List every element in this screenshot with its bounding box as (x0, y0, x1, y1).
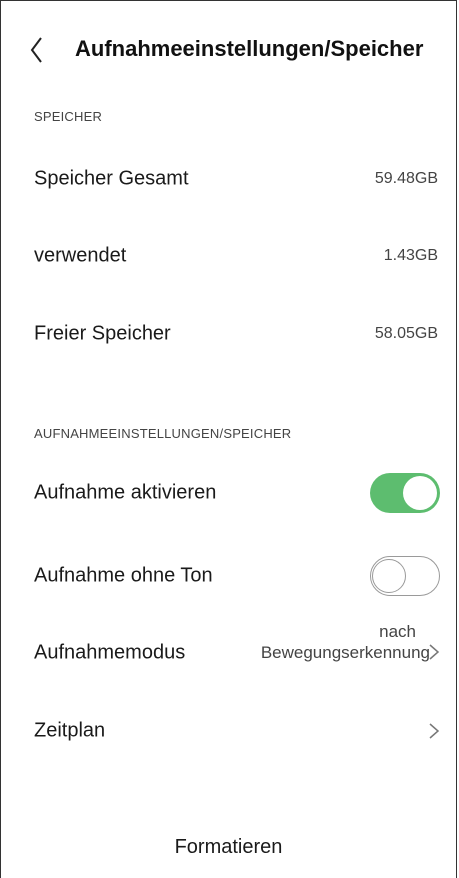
storage-used-row: verwendet 1.43GB (1, 228, 456, 284)
page-title: Aufnahmeeinstellungen/Speicher (75, 36, 424, 61)
format-button[interactable]: Formatieren (1, 836, 456, 859)
storage-total-value: 59.48GB (374, 170, 438, 187)
storage-free-label: Freier Speicher (34, 322, 171, 345)
back-button[interactable] (25, 35, 51, 65)
recording-mode-row[interactable]: Aufnahmemodus nach Bewegungserkennung (1, 619, 456, 689)
recording-enable-label: Aufnahme aktivieren (34, 481, 217, 504)
chevron-left-icon (30, 37, 42, 63)
recording-mute-label: Aufnahme ohne Ton (34, 564, 213, 587)
toggle-knob (372, 558, 406, 593)
schedule-label: Zeitplan (34, 719, 106, 742)
storage-used-value: 1.43GB (383, 247, 438, 264)
recording-enable-toggle[interactable] (370, 473, 440, 513)
screen-frame: Aufnahmeeinstellungen/Speicher SPEICHER … (0, 0, 457, 878)
schedule-row[interactable]: Zeitplan (1, 703, 456, 759)
header: Aufnahmeeinstellungen/Speicher (1, 19, 456, 79)
toggle-knob (403, 476, 437, 510)
section-label-storage: SPEICHER (34, 109, 103, 124)
recording-mode-value: nach Bewegungserkennung (200, 621, 430, 663)
storage-free-value: 58.05GB (374, 325, 438, 342)
section-label-recording: AUFNAHMEEINSTELLUNGEN/SPEICHER (34, 426, 292, 441)
recording-mode-label: Aufnahmemodus (34, 641, 186, 664)
recording-mute-toggle[interactable] (370, 556, 440, 596)
recording-enable-row: Aufnahme aktivieren (1, 465, 456, 521)
storage-total-row: Speicher Gesamt 59.48GB (1, 151, 456, 207)
recording-mute-row: Aufnahme ohne Ton (1, 548, 456, 604)
chevron-right-icon (429, 644, 440, 660)
storage-used-label: verwendet (34, 244, 127, 267)
recording-mode-value-line2: Bewegungserkennung (260, 643, 430, 662)
storage-total-label: Speicher Gesamt (34, 167, 189, 190)
storage-free-row: Freier Speicher 58.05GB (1, 306, 456, 362)
recording-mode-value-line1: nach (379, 622, 416, 641)
chevron-right-icon (429, 723, 440, 739)
